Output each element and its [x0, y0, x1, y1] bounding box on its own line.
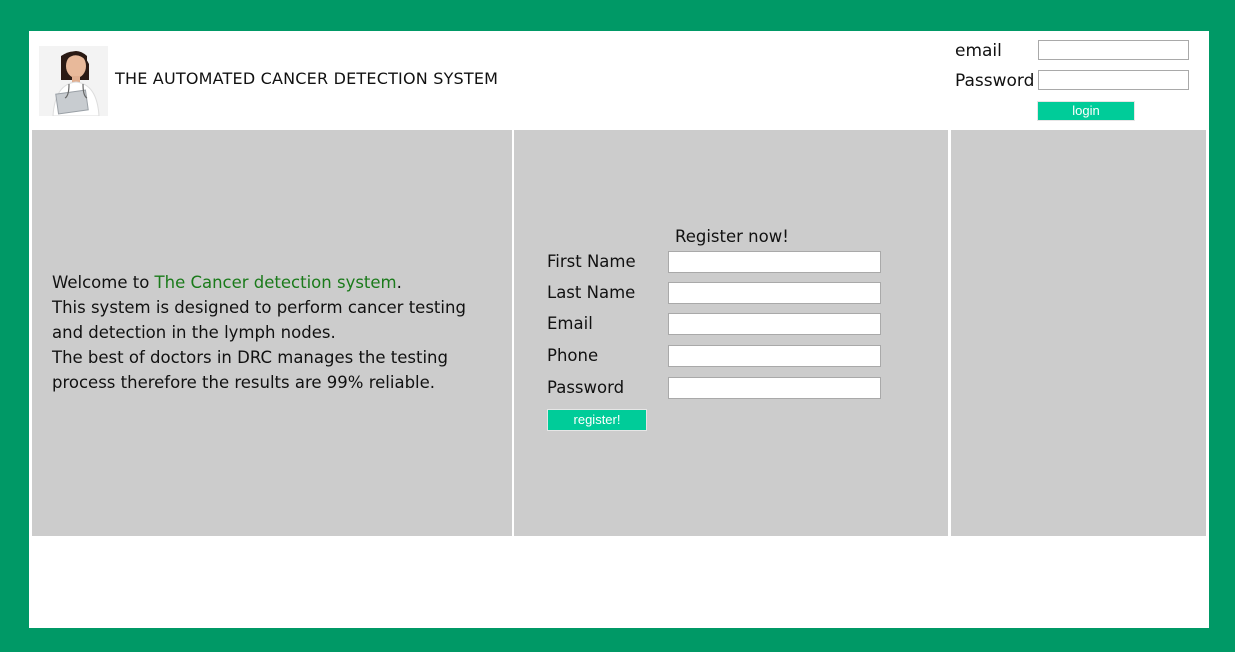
- welcome-prefix: Welcome to: [52, 273, 155, 292]
- right-panel: [951, 130, 1206, 536]
- email-input[interactable]: [668, 313, 881, 335]
- doctor-image: [39, 46, 108, 116]
- page: THE AUTOMATED CANCER DETECTION SYSTEM em…: [29, 31, 1209, 628]
- welcome-panel: Welcome to The Cancer detection system. …: [32, 130, 512, 536]
- doctor-avatar: [39, 46, 108, 116]
- email-label: Email: [547, 314, 593, 333]
- first-name-input[interactable]: [668, 251, 881, 273]
- login-email-input[interactable]: [1038, 40, 1189, 60]
- login-email-label: email: [955, 41, 1002, 61]
- password-label: Password: [547, 378, 625, 397]
- welcome-text: Welcome to The Cancer detection system. …: [52, 270, 492, 395]
- register-panel: Register now! First Name Last Name Email…: [514, 130, 948, 536]
- last-name-input[interactable]: [668, 282, 881, 304]
- first-name-label: First Name: [547, 252, 636, 271]
- system-name-highlight: The Cancer detection system: [154, 273, 397, 292]
- welcome-description: This system is designed to perform cance…: [52, 298, 466, 342]
- phone-label: Phone: [547, 346, 599, 365]
- register-button[interactable]: register!: [547, 409, 647, 431]
- login-password-label: Password: [955, 71, 1035, 91]
- login-password-input[interactable]: [1038, 70, 1189, 90]
- login-button[interactable]: login: [1037, 101, 1135, 121]
- phone-input[interactable]: [668, 345, 881, 367]
- welcome-suffix: .: [396, 273, 402, 292]
- header: THE AUTOMATED CANCER DETECTION SYSTEM em…: [29, 31, 1209, 130]
- register-title: Register now!: [675, 227, 789, 246]
- last-name-label: Last Name: [547, 283, 636, 302]
- welcome-reliability: The best of doctors in DRC manages the t…: [52, 348, 448, 392]
- password-input[interactable]: [668, 377, 881, 399]
- site-title: THE AUTOMATED CANCER DETECTION SYSTEM: [115, 69, 499, 88]
